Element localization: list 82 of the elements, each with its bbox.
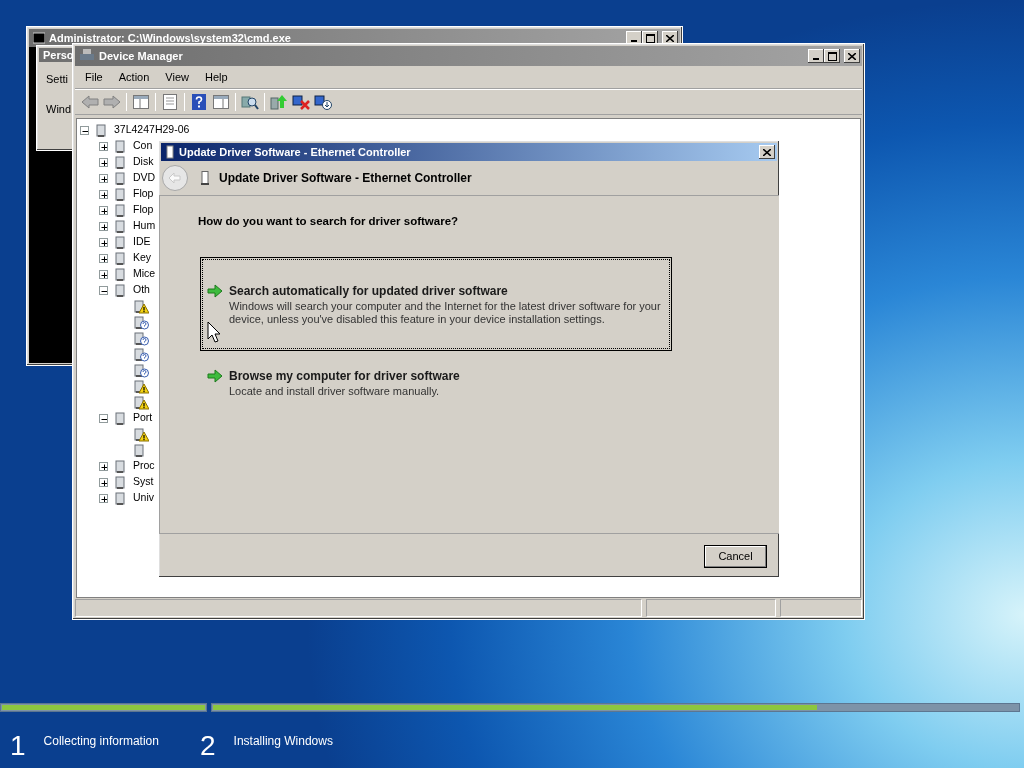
warning-device-icon: [133, 394, 149, 410]
expand-icon[interactable]: [99, 205, 108, 215]
question-text: How do you want to search for driver software?: [198, 214, 460, 229]
unknown-device-icon: [133, 346, 149, 362]
unknown-device-icon: [133, 362, 149, 378]
collapse-icon[interactable]: [80, 125, 89, 135]
expand-icon[interactable]: [99, 221, 108, 231]
expand-icon[interactable]: [99, 237, 108, 247]
tree-item-label[interactable]: Key: [133, 250, 152, 266]
window-title: Device Manager: [99, 48, 184, 64]
close-icon: [848, 52, 856, 60]
step-number: 2: [200, 732, 216, 760]
maximize-icon: [827, 51, 837, 61]
unknown-device-icon: [133, 314, 149, 330]
tree-item-label[interactable]: Flop: [133, 186, 154, 202]
close-button[interactable]: [844, 49, 860, 63]
minimize-button[interactable]: [808, 49, 824, 63]
collapse-icon[interactable]: [99, 285, 108, 295]
menu-item[interactable]: View: [157, 66, 197, 89]
computer-icon: [79, 49, 95, 63]
warning-device-icon: [133, 298, 149, 314]
close-icon: [666, 34, 674, 42]
scan-hardware-icon: [241, 94, 259, 110]
close-button[interactable]: [759, 145, 775, 159]
disable-device-icon: [314, 94, 332, 110]
update-driver-icon: [270, 94, 288, 110]
warning-device-icon: [133, 426, 149, 442]
tree-item-label[interactable]: Hum: [133, 218, 156, 234]
window-title: Perso: [43, 47, 74, 63]
step-number: 1: [10, 732, 26, 760]
panes-icon: [133, 95, 149, 109]
step-label: Installing Windows: [233, 733, 333, 750]
menu-item[interactable]: Action: [110, 66, 158, 89]
collapse-icon[interactable]: [99, 413, 108, 423]
expand-icon[interactable]: [99, 189, 108, 199]
back-arrow-icon: [81, 95, 99, 109]
tree-item-label[interactable]: Flop: [133, 202, 154, 218]
command-link-button[interactable]: Browse my computer for driver software Locate and install driver software manually.: [200, 363, 672, 403]
panes-icon: [213, 95, 229, 109]
tree-item-label[interactable]: Syst: [133, 474, 154, 490]
help-icon: [192, 94, 206, 110]
uninstall-icon: [292, 94, 310, 110]
tree-item-label[interactable]: DVD: [133, 170, 156, 186]
expand-icon[interactable]: [99, 493, 108, 503]
dialog-title: Update Driver Software - Ethernet Controller: [179, 144, 412, 160]
expand-icon[interactable]: [99, 173, 108, 183]
network-adapter-icon: [165, 145, 175, 159]
window-title: Administrator: C:\Windows\system32\cmd.exe: [49, 30, 292, 46]
arrow-icon: [207, 284, 223, 299]
expand-icon[interactable]: [99, 157, 108, 167]
settings-link[interactable]: Setti: [46, 71, 68, 88]
command-link-button[interactable]: Search automatically for updated driver software Windows will search your computer and the Internet for the latest driver software for your device, unless you've disabled this feature in your device installation settings.: [200, 257, 672, 352]
tree-item-label[interactable]: Univ: [133, 490, 154, 506]
menu-item[interactable]: Help: [196, 66, 236, 89]
settings-link[interactable]: Wind: [46, 100, 72, 117]
tree-item-label[interactable]: 37L4247H29-06: [114, 122, 190, 138]
tree-item-label[interactable]: Port: [133, 410, 153, 426]
wizard-heading: Update Driver Software - Ethernet Controller: [219, 170, 472, 187]
tree-item-label[interactable]: IDE: [133, 234, 151, 250]
expand-icon[interactable]: [99, 253, 108, 263]
tree-item-label[interactable]: Disk: [133, 154, 154, 170]
tree-item-label[interactable]: Mice: [133, 266, 156, 282]
maximize-button[interactable]: [824, 49, 840, 63]
expand-icon[interactable]: [99, 477, 108, 487]
maximize-icon: [645, 33, 655, 43]
expand-icon[interactable]: [99, 269, 108, 279]
step-label: Collecting information: [43, 733, 159, 750]
tree-item-label[interactable]: Oth: [133, 282, 150, 298]
tree-item-label[interactable]: Con: [133, 138, 153, 154]
warning-device-icon: [133, 378, 149, 394]
close-icon: [763, 148, 771, 156]
arrow-icon: [207, 369, 223, 384]
expand-icon[interactable]: [99, 141, 108, 151]
cancel-button[interactable]: Cancel: [704, 545, 767, 568]
tree-item-label[interactable]: Proc: [133, 458, 155, 474]
network-adapter-icon: [201, 171, 209, 185]
expand-icon[interactable]: [99, 461, 108, 471]
menu-item[interactable]: File: [77, 66, 111, 89]
unknown-device-icon: [133, 330, 149, 346]
properties-icon: [163, 94, 177, 110]
mouse-pointer-icon: [207, 321, 220, 343]
forward-arrow-icon: [103, 95, 121, 109]
